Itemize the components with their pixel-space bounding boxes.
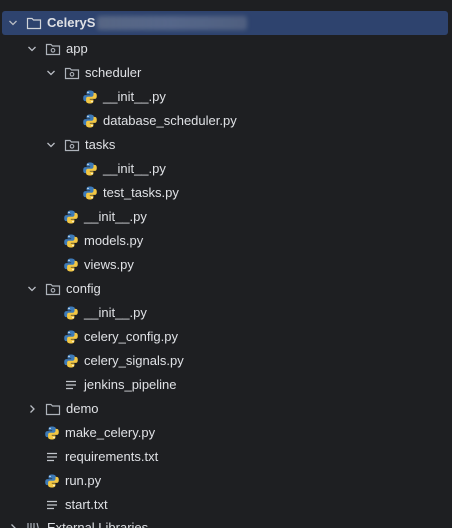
chevron-down-icon[interactable] <box>44 66 58 80</box>
tree-item-config-init[interactable]: __init__.py <box>2 301 448 325</box>
tree-item-label: External Libraries <box>47 520 149 528</box>
tree-item-celery-signals[interactable]: celery_signals.py <box>2 349 448 373</box>
folder-icon <box>45 401 61 417</box>
library-icon <box>26 520 42 528</box>
text-file-icon <box>44 449 60 465</box>
tree-item-demo[interactable]: demo <box>2 397 448 421</box>
tree-item-scheduler[interactable]: scheduler <box>2 61 448 85</box>
tree-item-label: celery_config.py <box>84 329 178 344</box>
python-file-icon <box>63 353 79 369</box>
tree-item-label: __init__.py <box>84 305 147 320</box>
tree-item-label: __init__.py <box>103 161 166 176</box>
tree-item-label: app <box>66 41 88 56</box>
tree-item-database-scheduler[interactable]: database_scheduler.py <box>2 109 448 133</box>
python-file-icon <box>63 233 79 249</box>
package-folder-icon <box>45 41 61 57</box>
tree-item-app[interactable]: app <box>2 37 448 61</box>
text-file-icon <box>63 377 79 393</box>
chevron-down-icon[interactable] <box>25 282 39 296</box>
package-folder-icon <box>64 65 80 81</box>
tree-item-config[interactable]: config <box>2 277 448 301</box>
tree-item-label: models.py <box>84 233 144 248</box>
python-file-icon <box>82 89 98 105</box>
text-file-icon <box>44 497 60 513</box>
tree-item-test-tasks[interactable]: test_tasks.py <box>2 181 448 205</box>
tree-item-celery-config[interactable]: celery_config.py <box>2 325 448 349</box>
python-file-icon <box>63 257 79 273</box>
tree-item-models[interactable]: models.py <box>2 229 448 253</box>
python-file-icon <box>82 161 98 177</box>
python-file-icon <box>63 305 79 321</box>
chevron-down-icon[interactable] <box>25 42 39 56</box>
package-folder-icon <box>64 137 80 153</box>
chevron-right-icon[interactable] <box>25 402 39 416</box>
tree-item-label: config <box>66 281 101 296</box>
tree-item-make-celery[interactable]: make_celery.py <box>2 421 448 445</box>
tree-item-label: make_celery.py <box>65 425 156 440</box>
tree-item-jenkins-pipeline[interactable]: jenkins_pipeline <box>2 373 448 397</box>
tree-item-start[interactable]: start.txt <box>2 493 448 517</box>
tree-item-external-libraries[interactable]: External Libraries <box>2 516 448 528</box>
tree-item-label: test_tasks.py <box>103 185 179 200</box>
tree-item-label: __init__.py <box>84 209 147 224</box>
chevron-right-icon[interactable] <box>6 521 20 528</box>
tree-item-label: start.txt <box>65 497 108 512</box>
package-folder-icon <box>45 281 61 297</box>
tree-item-tasks-init[interactable]: __init__.py <box>2 157 448 181</box>
chevron-down-icon[interactable] <box>44 138 58 152</box>
tree-item-requirements[interactable]: requirements.txt <box>2 445 448 469</box>
tree-item-label: run.py <box>65 473 102 488</box>
python-file-icon <box>63 329 79 345</box>
redacted-path <box>97 16 248 30</box>
python-file-icon <box>44 473 60 489</box>
tree-root-row[interactable]: CeleryS <box>2 11 448 35</box>
folder-icon <box>26 15 42 31</box>
project-tree: CeleryS app scheduler __init__.py databa… <box>0 0 452 528</box>
tree-item-label: requirements.txt <box>65 449 159 464</box>
tree-item-label: tasks <box>85 137 116 152</box>
tree-item-label: views.py <box>84 257 134 272</box>
tree-item-label: celery_signals.py <box>84 353 184 368</box>
tree-item-scheduler-init[interactable]: __init__.py <box>2 85 448 109</box>
tree-item-label: jenkins_pipeline <box>84 377 177 392</box>
python-file-icon <box>44 425 60 441</box>
tree-item-views[interactable]: views.py <box>2 253 448 277</box>
python-file-icon <box>63 209 79 225</box>
tree-item-app-init[interactable]: __init__.py <box>2 205 448 229</box>
chevron-down-icon[interactable] <box>6 16 20 30</box>
tree-item-tasks[interactable]: tasks <box>2 133 448 157</box>
tree-item-label: __init__.py <box>103 89 166 104</box>
python-file-icon <box>82 185 98 201</box>
tree-item-run[interactable]: run.py <box>2 469 448 493</box>
tree-item-label: scheduler <box>85 65 142 80</box>
python-file-icon <box>82 113 98 129</box>
tree-item-label: demo <box>66 401 99 416</box>
tree-root-label: CeleryS <box>47 15 96 30</box>
tree-item-label: database_scheduler.py <box>103 113 237 128</box>
